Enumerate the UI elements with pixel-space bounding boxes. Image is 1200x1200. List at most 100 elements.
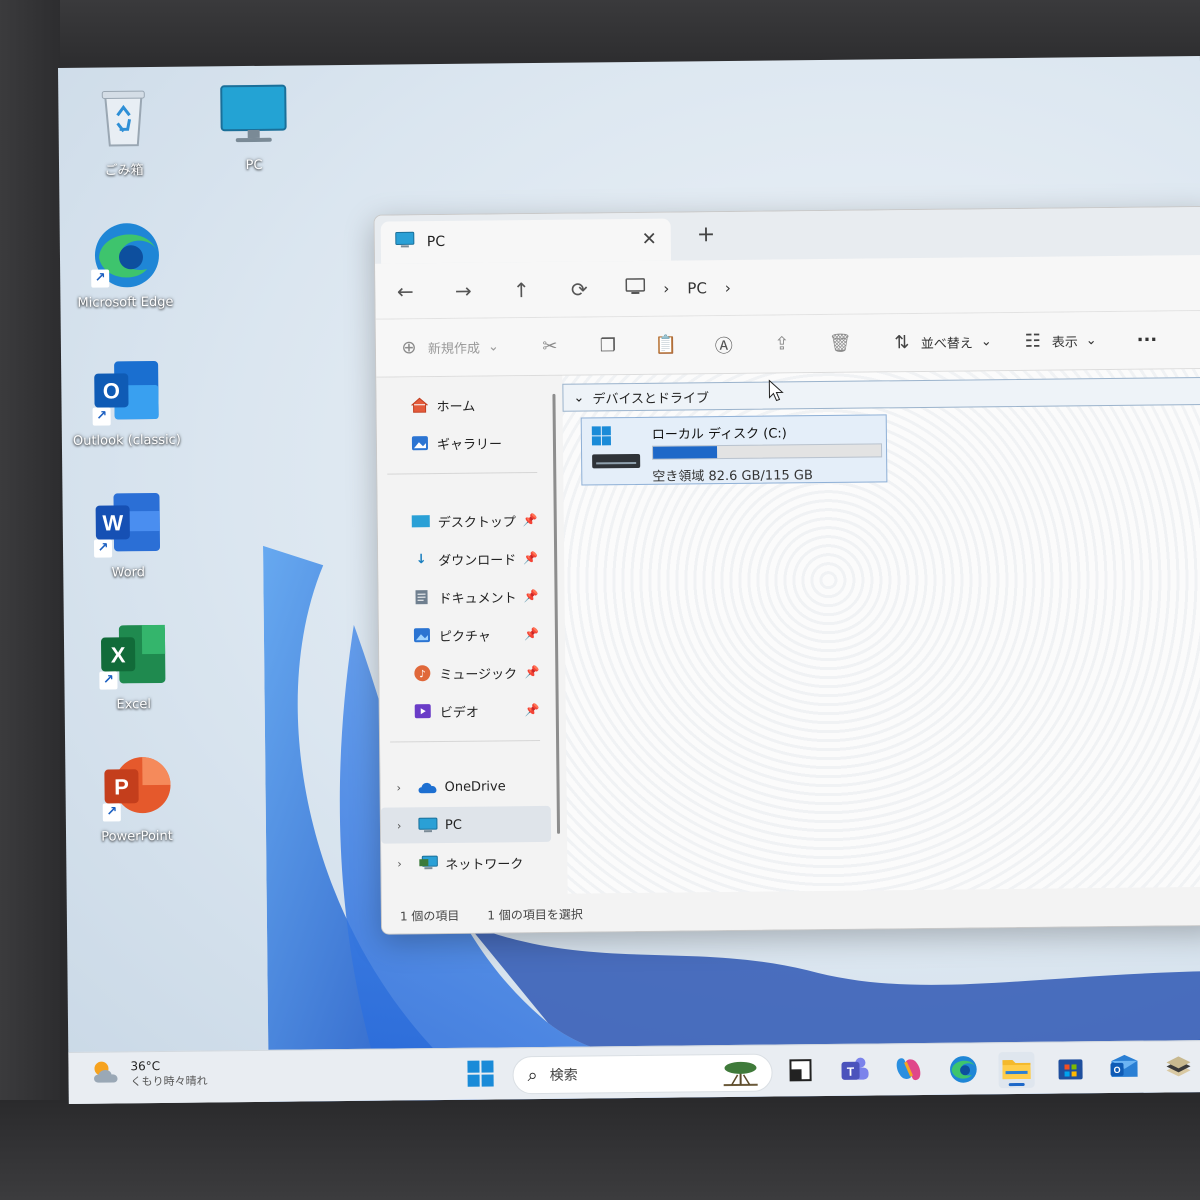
monitor-bezel-bottom <box>0 1100 1200 1200</box>
desktop-icon-word[interactable]: W ↗ Word <box>72 487 183 581</box>
chevron-right-icon[interactable]: › <box>397 819 402 832</box>
pinned-app-button[interactable] <box>1160 1050 1196 1086</box>
new-tab-button[interactable]: + <box>697 222 716 247</box>
pin-icon[interactable]: 📌 <box>524 665 539 679</box>
view-list-icon: ☷ <box>1024 330 1041 352</box>
drive-name: ローカル ディスク (C:) <box>651 426 787 443</box>
desktop-icon-outlook[interactable]: O ↗ Outlook (classic) <box>71 355 182 449</box>
desktop-folder-icon <box>410 512 432 530</box>
pin-icon[interactable]: 📌 <box>524 589 539 603</box>
svg-text:♪: ♪ <box>419 669 426 680</box>
store-button[interactable] <box>1052 1051 1088 1087</box>
edge-taskbar-button[interactable] <box>944 1052 980 1088</box>
powerpoint-icon: P ↗ <box>100 751 173 824</box>
sidebar-item-onedrive[interactable]: › OneDrive <box>380 768 550 806</box>
desktop-icon-label: PC <box>245 157 263 174</box>
breadcrumb-separator[interactable]: › <box>663 279 669 297</box>
group-header-devices-and-drives[interactable]: ⌄ デバイスとドライブ <box>562 376 1200 412</box>
desktop-icon-edge[interactable]: ↗ Microsoft Edge <box>70 217 181 311</box>
sort-button[interactable]: ⇅ 並べ替え ⌄ <box>891 331 992 353</box>
chevron-right-icon[interactable]: › <box>396 781 401 794</box>
drive-usage-fill <box>652 446 717 459</box>
sidebar-item-videos[interactable]: ビデオ 📌 <box>380 692 550 730</box>
pin-icon[interactable]: 📌 <box>523 551 538 565</box>
forward-button[interactable]: → <box>451 278 475 302</box>
command-bar: ⊕ 新規作成 ⌄ ✂ ❐ 📋 Ⓐ ⇪ 🗑 ⇅ 並べ替え ⌄ ☷ 表示 ⌄ ··· <box>375 310 1200 378</box>
sidebar-item-home[interactable]: ホーム <box>376 386 546 424</box>
drive-tile-c[interactable]: ローカル ディスク (C:) 空き領域 82.6 GB/115 GB <box>580 414 888 486</box>
sidebar-item-documents[interactable]: ドキュメント 📌 <box>378 578 548 616</box>
status-item-count: 1 個の項目 <box>399 908 460 923</box>
sidebar-item-network[interactable]: › ネットワーク <box>381 844 551 882</box>
sidebar-item-label: ピクチャ <box>438 628 491 645</box>
sidebar-item-label: ギャラリー <box>436 436 503 453</box>
sidebar-item-label: ドキュメント <box>438 590 517 607</box>
sidebar-item-label: ホーム <box>436 399 476 415</box>
desktop-icon-powerpoint[interactable]: P ↗ PowerPoint <box>81 751 192 845</box>
sidebar-item-desktop[interactable]: デスクトップ 📌 <box>378 502 548 540</box>
search-placeholder: 検索 <box>549 1067 578 1084</box>
sidebar-item-music[interactable]: ♪ ミュージック 📌 <box>379 654 549 692</box>
search-highlight-tree-icon <box>717 1059 763 1093</box>
sidebar-item-downloads[interactable]: ↓ ダウンロード 📌 <box>378 540 548 578</box>
outlook-icon: O ↗ <box>90 355 163 428</box>
cloud-icon <box>416 778 438 796</box>
view-button-label: 表示 <box>1051 335 1078 351</box>
delete-icon[interactable]: 🗑 <box>829 333 852 354</box>
tab-title: PC <box>426 233 446 251</box>
refresh-button[interactable]: ⟳ <box>567 277 591 301</box>
share-icon[interactable]: ⇪ <box>771 333 793 354</box>
group-header-label: デバイスとドライブ <box>592 390 710 407</box>
more-options-button[interactable]: ··· <box>1137 330 1158 351</box>
navigation-pane: ホーム ギャラリー デスクトップ 📌 ↓ ダウンロード 📌 ドキュメント 📌 ピ… <box>376 375 560 896</box>
navigation-bar: ← → ↑ ⟳ › PC › <box>375 254 1200 320</box>
outlook-icon: O <box>1109 1053 1139 1085</box>
file-explorer-window: PC ✕ + ← → ↑ ⟳ › PC › ⊕ 新規作成 ⌄ ✂ ❐ 📋 Ⓐ ⇪… <box>373 205 1200 935</box>
weather-widget[interactable]: 36°C くもり時々晴れ <box>90 1057 208 1090</box>
sidebar-item-pc[interactable]: › PC <box>380 805 552 844</box>
desktop-icon-label: Microsoft Edge <box>77 294 174 311</box>
copy-icon[interactable]: ❐ <box>597 335 619 356</box>
back-button[interactable]: ← <box>393 279 417 303</box>
task-view-icon <box>787 1057 813 1087</box>
task-view-button[interactable] <box>782 1054 818 1090</box>
pin-icon[interactable]: 📌 <box>523 513 538 527</box>
paste-icon[interactable]: 📋 <box>655 335 678 356</box>
chevron-down-icon: ⌄ <box>573 390 585 406</box>
tab-pc[interactable]: PC ✕ <box>380 218 672 264</box>
video-icon <box>412 702 434 720</box>
teams-button[interactable]: T <box>836 1054 872 1090</box>
sidebar-item-gallery[interactable]: ギャラリー <box>377 424 547 462</box>
desktop-icon-recycle-bin[interactable]: ごみ箱 <box>68 81 179 179</box>
mouse-cursor-icon <box>768 379 784 405</box>
up-button[interactable]: ↑ <box>509 278 533 302</box>
music-icon: ♪ <box>411 664 433 682</box>
content-area: ⌄ デバイスとドライブ ローカル ディスク (C:) 空き領域 82.6 GB/… <box>562 368 1200 894</box>
monitor-icon[interactable] <box>625 277 646 299</box>
pin-icon[interactable]: 📌 <box>524 627 539 641</box>
document-icon <box>410 588 432 606</box>
new-button-label: 新規作成 <box>427 341 481 358</box>
taskbar-search-box[interactable]: ⌕ 検索 <box>512 1053 773 1095</box>
pin-icon[interactable]: 📌 <box>525 703 540 717</box>
desktop-icon-pc[interactable]: PC <box>198 79 309 173</box>
home-icon <box>408 396 430 414</box>
rename-icon[interactable]: Ⓐ <box>713 331 735 357</box>
start-button[interactable] <box>462 1057 498 1093</box>
close-tab-button[interactable]: ✕ <box>642 229 657 250</box>
breadcrumb-separator[interactable]: › <box>725 278 731 296</box>
desktop-icon-excel[interactable]: X ↗ Excel <box>78 619 189 713</box>
sidebar-item-pictures[interactable]: ピクチャ 📌 <box>379 616 549 654</box>
sort-icon: ⇅ <box>894 332 910 354</box>
copilot-button[interactable] <box>890 1053 926 1089</box>
shortcut-arrow-icon: ↗ <box>99 671 118 690</box>
monitor-icon <box>417 816 439 834</box>
monitor-icon <box>395 231 415 253</box>
chevron-right-icon[interactable]: › <box>397 857 402 870</box>
breadcrumb-item-pc[interactable]: PC <box>687 279 707 297</box>
file-explorer-taskbar-button[interactable] <box>998 1051 1035 1089</box>
outlook-taskbar-button[interactable]: O <box>1106 1051 1142 1087</box>
view-button[interactable]: ☷ 表示 ⌄ <box>1022 330 1097 352</box>
new-button[interactable]: ⊕ 新規作成 ⌄ <box>398 336 499 358</box>
cut-icon[interactable]: ✂ <box>539 336 561 357</box>
